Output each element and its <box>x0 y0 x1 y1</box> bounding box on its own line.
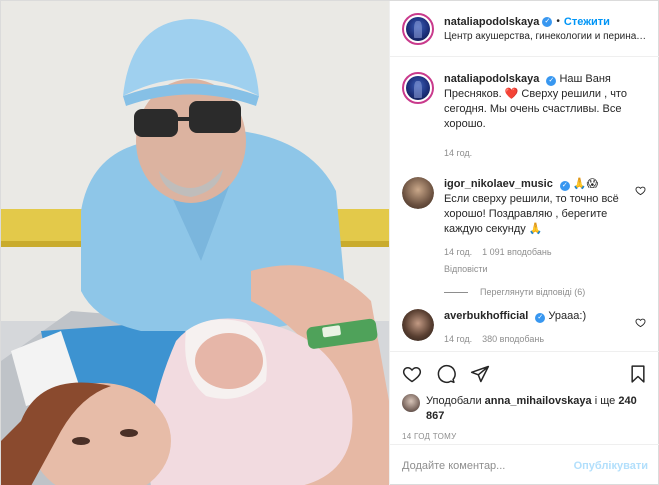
commenter-username[interactable]: igor_nikolaev_music <box>444 178 553 190</box>
post-timestamp[interactable]: 14 ГОД ТОМУ <box>402 432 648 441</box>
likes-prefix: Уподобали <box>426 395 485 407</box>
commenter-avatar[interactable] <box>402 309 434 341</box>
follow-button[interactable]: Стежити <box>564 16 610 28</box>
liker-avatar[interactable] <box>402 394 420 412</box>
post-photo-illustration <box>1 1 389 485</box>
comments-list[interactable]: nataliapodolskaya ✓ Наш Ваня Пресняков. ❤… <box>390 58 659 351</box>
post-actions: Уподобали anna_mihailovskaya і ще 240 86… <box>390 351 659 441</box>
post-side-panel: nataliapodolskaya ✓ • Стежити Центр акуш… <box>389 1 659 485</box>
author-avatar[interactable] <box>402 12 434 45</box>
liker-username[interactable]: anna_mihailovskaya <box>485 395 592 407</box>
verified-badge-icon: ✓ <box>559 181 570 191</box>
separator-dot: • <box>556 16 560 27</box>
post-caption: nataliapodolskaya ✓ Наш Ваня Пресняков. ❤… <box>402 72 648 161</box>
comment-like-heart-icon[interactable] <box>635 185 646 196</box>
comment-icon[interactable] <box>436 364 456 384</box>
comment-input[interactable] <box>402 459 574 472</box>
caption-avatar[interactable] <box>402 72 434 104</box>
replies-divider <box>444 291 468 293</box>
comment-time[interactable]: 14 год. <box>444 332 472 347</box>
likes-middle: і ще <box>591 395 619 407</box>
comment-likes[interactable]: 1 091 вподобань <box>482 245 551 260</box>
comment-text: Если сверху решили, то точно всё хорошо!… <box>444 193 619 235</box>
verified-badge-icon: ✓ <box>535 313 546 323</box>
verified-badge-icon: ✓ <box>546 76 557 86</box>
comment-item: igor_nikolaev_music ✓ 🙏😱 Если сверху реши… <box>402 177 648 277</box>
likes-summary: Уподобали anna_mihailovskaya і ще 240 86… <box>402 394 648 424</box>
comment-likes[interactable]: 380 вподобань <box>482 332 544 347</box>
view-replies-button[interactable]: Переглянути відповіді (6) <box>444 287 648 297</box>
bookmark-icon[interactable] <box>628 364 648 384</box>
post-location[interactable]: Центр акушерства, гинекологии и перинато… <box>444 31 650 42</box>
instagram-post: nataliapodolskaya ✓ • Стежити Центр акуш… <box>0 0 659 485</box>
paper-plane-icon[interactable] <box>470 364 490 384</box>
caption-time[interactable]: 14 год. <box>444 146 472 161</box>
post-header: nataliapodolskaya ✓ • Стежити Центр акуш… <box>390 1 659 57</box>
comment-like-heart-icon[interactable] <box>635 317 646 328</box>
author-username[interactable]: nataliapodolskaya <box>444 16 539 28</box>
verified-badge-icon: ✓ <box>542 16 553 27</box>
comment-time[interactable]: 14 год. <box>444 245 472 260</box>
post-photo[interactable] <box>1 1 389 485</box>
view-replies-label: Переглянути відповіді (6) <box>480 287 586 297</box>
comment-emoji: 🙏😱 <box>572 178 599 190</box>
caption-username[interactable]: nataliapodolskaya <box>444 73 539 85</box>
comment-text: Урааа:) <box>548 310 587 322</box>
comment-item: averbukhofficial ✓ Урааа:) 14 год. 380 вп… <box>402 309 648 347</box>
heart-icon[interactable] <box>402 364 422 384</box>
commenter-username[interactable]: averbukhofficial <box>444 310 528 322</box>
commenter-avatar[interactable] <box>402 177 434 209</box>
reply-button[interactable]: Відповісти <box>444 262 648 277</box>
publish-button[interactable]: Опублікувати <box>574 460 648 472</box>
add-comment-bar: Опублікувати <box>390 444 659 485</box>
